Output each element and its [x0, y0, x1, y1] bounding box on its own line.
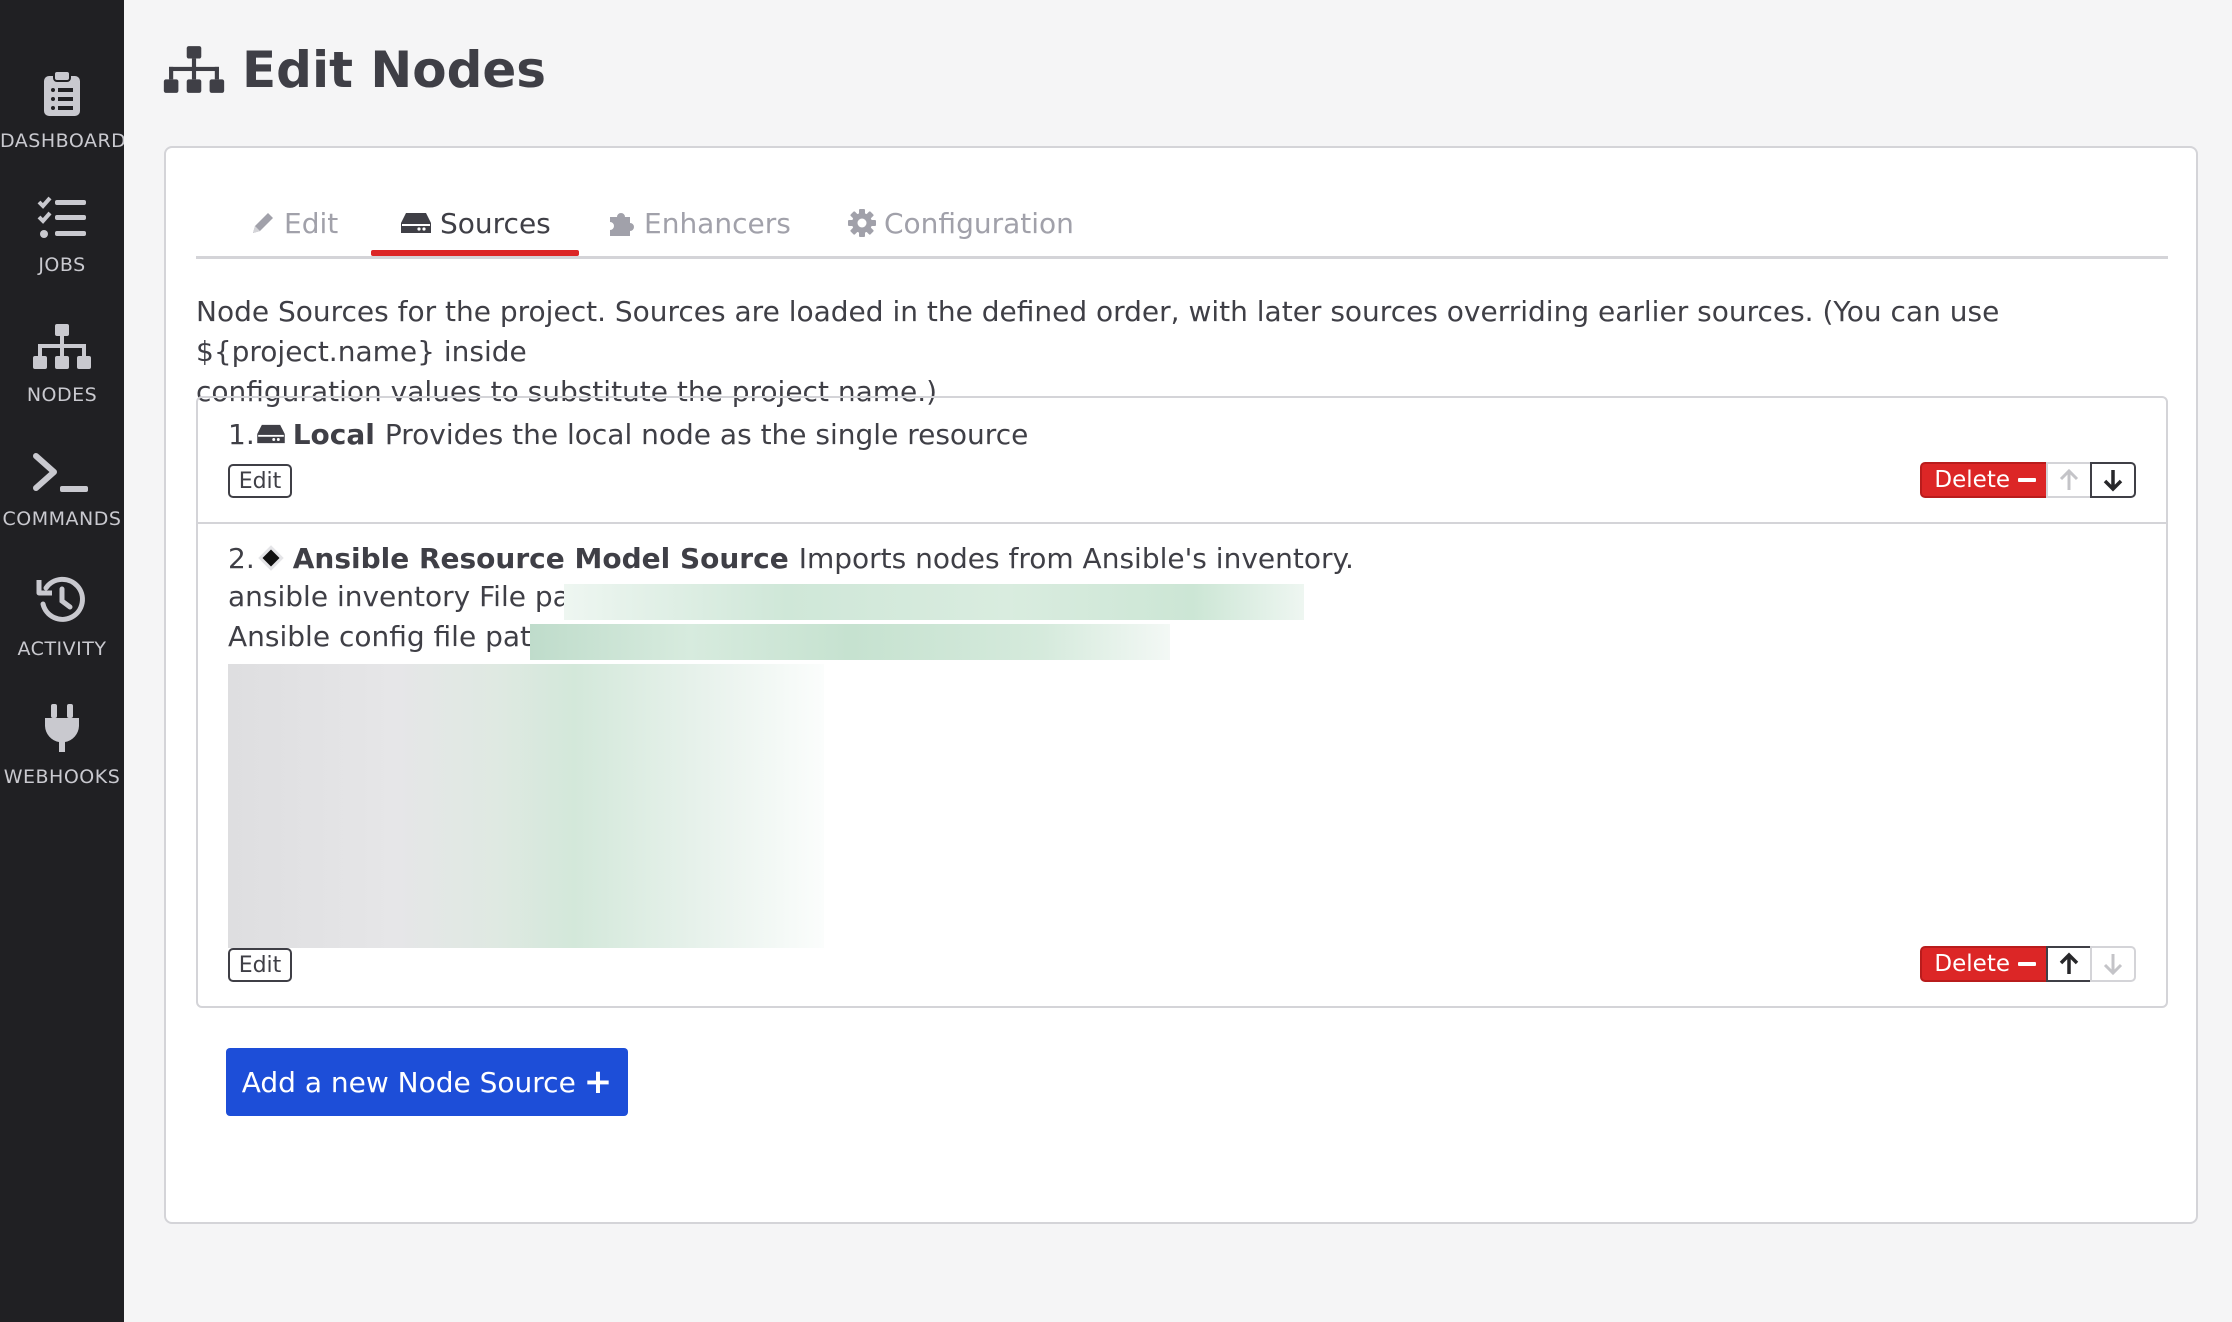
page-header: Edit Nodes [162, 40, 546, 100]
tab-enhancers[interactable]: Enhancers [608, 190, 791, 256]
history-icon [36, 576, 85, 622]
sources-list: 1. Local Provides the local node as the … [196, 396, 2168, 1008]
minus-icon [2018, 478, 2036, 482]
add-node-source-button[interactable]: Add a new Node Source + [226, 1048, 628, 1116]
sitemap-icon [163, 46, 225, 93]
active-tab-indicator [371, 250, 579, 256]
arrow-up-icon [2059, 952, 2079, 974]
delete-label: Delete [1934, 467, 2010, 493]
edit-source-button[interactable]: Edit [228, 464, 292, 498]
list-icon [37, 196, 86, 238]
tab-configuration-label: Configuration [884, 206, 1074, 240]
plus-icon: + [583, 1062, 613, 1102]
move-up-button[interactable] [2046, 946, 2092, 982]
source-header: 1. Local Provides the local node as the … [228, 414, 1028, 454]
move-down-button[interactable] [2090, 946, 2136, 982]
source-header: 2. Ansible Resource Model Source Imports… [228, 538, 1354, 578]
source-actions: Delete [1920, 946, 2136, 982]
tab-sources-label: Sources [440, 206, 551, 240]
tab-edit[interactable]: Edit [250, 190, 338, 256]
source-index: 1. [228, 417, 255, 451]
sidebar: DASHBOARD JOBS NODES COMMANDS ACTIVITY W… [0, 0, 124, 1322]
plug-icon [45, 704, 79, 752]
sidebar-item-jobs[interactable]: JOBS [0, 196, 124, 312]
tab-configuration[interactable]: Configuration [848, 190, 1074, 256]
sidebar-item-activity[interactable]: ACTIVITY [0, 574, 124, 690]
tab-enhancers-label: Enhancers [644, 206, 791, 240]
sidebar-item-webhooks[interactable]: WEBHOOKS [0, 702, 124, 818]
move-down-button[interactable] [2090, 462, 2136, 498]
terminal-icon [33, 453, 88, 492]
source-name: Ansible Resource Model Source [292, 541, 789, 575]
sitemap-icon [33, 324, 91, 369]
redacted-inventory-path [564, 584, 1304, 620]
hdd-icon [401, 213, 431, 233]
source-description: Imports nodes from Ansible's inventory. [798, 541, 1354, 575]
arrow-down-icon [2103, 470, 2123, 492]
delete-source-button[interactable]: Delete [1920, 462, 2048, 498]
tab-edit-label: Edit [284, 206, 339, 240]
puzzle-icon [610, 213, 634, 236]
sidebar-item-nodes[interactable]: NODES [0, 322, 124, 438]
page-title: Edit Nodes [242, 41, 547, 99]
inventory-path-label: ansible inventory File path [228, 580, 599, 613]
add-button-label: Add a new Node Source [241, 1065, 576, 1099]
sidebar-item-label: NODES [26, 384, 98, 406]
sidebar-item-label: WEBHOOKS [3, 766, 121, 788]
gear-icon [848, 209, 876, 237]
source-item-local: 1. Local Provides the local node as the … [198, 398, 2166, 524]
sidebar-item-label: COMMANDS [2, 508, 122, 530]
redacted-config-block [228, 664, 824, 948]
source-index: 2. [228, 541, 255, 575]
edit-source-button[interactable]: Edit [228, 948, 292, 982]
minus-icon [2018, 962, 2036, 966]
redacted-config-path [530, 624, 1170, 660]
delete-label: Delete [1934, 951, 2010, 977]
sidebar-item-label: JOBS [38, 254, 86, 276]
source-description: Provides the local node as the single re… [384, 417, 1029, 451]
sidebar-item-label: DASHBOARD [0, 130, 124, 152]
arrow-down-icon [2103, 954, 2123, 976]
source-actions: Delete [1920, 462, 2136, 498]
description-line: Node Sources for the project. Sources ar… [196, 295, 2000, 368]
sidebar-item-commands[interactable]: COMMANDS [0, 452, 124, 568]
source-item-ansible: 2. Ansible Resource Model Source Imports… [198, 524, 2166, 1006]
clipboard-icon [44, 70, 80, 116]
sidebar-item-label: ACTIVITY [17, 638, 107, 660]
delete-source-button[interactable]: Delete [1920, 946, 2048, 982]
source-name: Local [292, 417, 375, 451]
tab-bar: Edit Sources Enhancers Configuration [196, 190, 2168, 259]
tab-sources[interactable]: Sources [400, 190, 551, 256]
hdd-icon [256, 424, 285, 444]
config-path-label: Ansible config file path: [228, 620, 559, 653]
arrow-up-icon [2059, 468, 2079, 490]
pencil-icon [253, 213, 273, 233]
sources-description: Node Sources for the project. Sources ar… [196, 292, 2156, 412]
diamond-icon [257, 545, 284, 571]
move-up-button[interactable] [2046, 462, 2092, 498]
sidebar-item-dashboard[interactable]: DASHBOARD [0, 68, 124, 184]
